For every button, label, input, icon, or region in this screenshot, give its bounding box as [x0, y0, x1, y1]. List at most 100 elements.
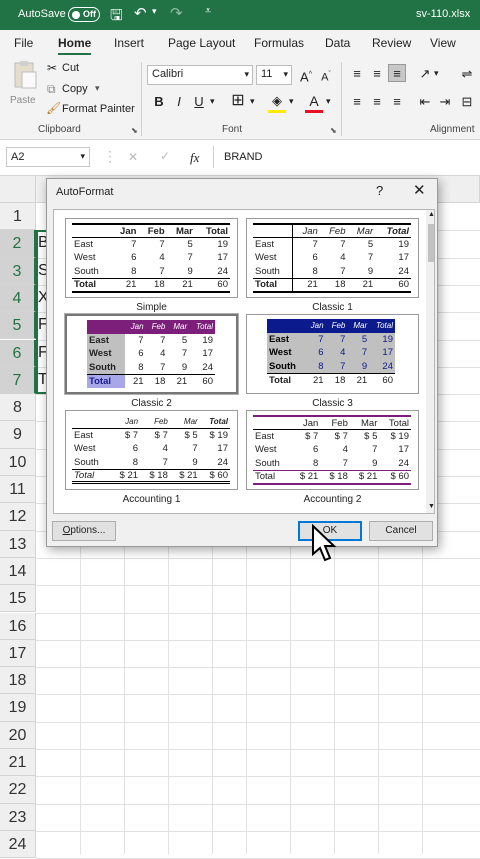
decrease-font-icon[interactable]: Aˇ	[317, 66, 335, 84]
format-option[interactable]: Jan Feb Mar Total East 7 7 5 19 West 6 4 7 17 South 8 7 9…	[65, 218, 238, 298]
format-gallery[interactable]: Jan Feb Mar Total East 7 7 5 19 West 6 4 7 17 South 8 7 9…	[53, 209, 435, 514]
format-option[interactable]: Jan Feb Mar Total East 7 7 5 19 West 6 4 7 17 South 8 7 9…	[64, 313, 239, 395]
tab-formulas[interactable]: Formulas	[254, 36, 304, 50]
font-size-combo[interactable]: 11 ▾	[256, 65, 292, 85]
format-option[interactable]: Jan Feb Mar Total East 7 7 5 19 West 6 4 7 17 South 8 7 9…	[246, 314, 419, 394]
row-header[interactable]: 4	[0, 284, 36, 313]
format-painter-button[interactable]: Format Painter	[62, 103, 135, 115]
increase-indent-icon[interactable]: ⇥	[436, 93, 454, 111]
align-left-icon[interactable]: ≡	[348, 93, 366, 111]
options-button[interactable]: Options...	[52, 521, 116, 541]
row-header[interactable]: 5	[0, 312, 36, 340]
wrap-text-icon[interactable]: ⇌	[458, 65, 476, 83]
align-center-icon[interactable]: ≡	[368, 93, 386, 111]
row-header[interactable]: 16	[0, 612, 36, 640]
row-header[interactable]: 3	[0, 257, 36, 285]
font-color-icon[interactable]: A	[305, 92, 323, 110]
font-color-dropdown-icon[interactable]: ▾	[326, 96, 331, 107]
format-option[interactable]: Jan Feb Mar Total East 7 7 5 19 West 6 4 7 17 South 8 7 9…	[246, 218, 419, 298]
row-header[interactable]: 19	[0, 694, 36, 722]
row-header[interactable]: 7	[0, 366, 36, 395]
row-header[interactable]: 23	[0, 803, 36, 831]
format-option[interactable]: Jan Feb Mar Total East $ 7 $ 7 $ 5 $ 19 West 6 4 7 17…	[65, 410, 238, 490]
formula-input[interactable]: BRAND	[224, 151, 263, 163]
row-header[interactable]: 1	[0, 203, 36, 231]
row-header[interactable]: 15	[0, 585, 36, 613]
preview-cell: 17	[369, 346, 395, 360]
scrollbar-thumb[interactable]	[428, 224, 434, 262]
italic-button[interactable]: I	[170, 93, 188, 111]
redo-icon[interactable]: ↷	[170, 4, 183, 22]
row-header[interactable]: 9	[0, 421, 36, 449]
row-header[interactable]: 18	[0, 667, 36, 695]
tab-page-layout[interactable]: Page Layout	[168, 36, 235, 50]
paste-button[interactable]: Paste	[10, 60, 40, 110]
tab-home[interactable]: Home	[58, 36, 92, 55]
copy-dropdown-icon[interactable]: ▾	[95, 83, 100, 94]
align-bottom-icon[interactable]: ≡	[388, 64, 406, 82]
cut-button[interactable]: Cut	[62, 62, 79, 74]
align-right-icon[interactable]: ≡	[388, 93, 406, 111]
row-header[interactable]: 10	[0, 448, 36, 476]
decrease-indent-icon[interactable]: ⇤	[416, 93, 434, 111]
align-middle-icon[interactable]: ≡	[368, 65, 386, 83]
close-icon[interactable]: ✕	[413, 181, 426, 199]
row-header[interactable]: 11	[0, 476, 36, 504]
row-header[interactable]: 17	[0, 639, 36, 668]
preview-cell: 8	[138, 361, 144, 373]
autosave-toggle[interactable]: Off	[68, 7, 100, 22]
row-header[interactable]: 20	[0, 721, 36, 749]
row-header[interactable]: 6	[0, 339, 36, 367]
preview-cell: 5	[181, 334, 188, 346]
orientation-dropdown-icon[interactable]: ▾	[434, 68, 439, 79]
bold-button[interactable]: B	[150, 93, 168, 111]
fill-color-icon[interactable]: ◈	[268, 92, 286, 110]
fill-dropdown-icon[interactable]: ▾	[289, 96, 294, 107]
row-header[interactable]: 8	[0, 394, 36, 422]
preview-cell: Total	[267, 372, 305, 387]
gallery-scrollbar[interactable]: ▲ ▼	[426, 210, 434, 513]
merge-center-icon[interactable]: ⊟	[458, 93, 476, 111]
preview-cell: 19	[369, 332, 395, 346]
row-header[interactable]: 22	[0, 776, 36, 804]
cancel-button[interactable]: Cancel	[369, 521, 433, 541]
cancel-entry-icon[interactable]: ✕	[128, 150, 138, 164]
help-button[interactable]: ?	[376, 183, 383, 198]
font-launcher-icon[interactable]: ⬊	[330, 126, 337, 135]
borders-icon[interactable]: ⊞	[229, 92, 247, 110]
name-box[interactable]: A2 ▾	[6, 147, 90, 167]
align-top-icon[interactable]: ≡	[348, 65, 366, 83]
preview-cell: 17	[398, 252, 409, 264]
select-all-corner[interactable]	[0, 176, 36, 203]
format-option[interactable]: Jan Feb Mar Total East $ 7 $ 7 $ 5 $ 19 West 6 4 7 17…	[246, 410, 419, 490]
tab-file[interactable]: File	[14, 36, 33, 50]
orientation-icon[interactable]: ↗	[416, 65, 434, 83]
customize-qat-icon[interactable]: ⩡	[205, 5, 211, 18]
underline-button[interactable]: U	[190, 93, 208, 111]
enter-icon[interactable]: ✓	[160, 149, 170, 163]
preview-cell: East	[74, 239, 94, 250]
insert-function-icon[interactable]: fx	[190, 150, 199, 166]
tab-review[interactable]: Review	[372, 36, 411, 50]
row-header[interactable]: 12	[0, 503, 36, 531]
row-header[interactable]: 24	[0, 830, 36, 859]
save-icon[interactable]: 🖫	[110, 5, 123, 30]
row-header[interactable]: 14	[0, 557, 36, 586]
clipboard-launcher-icon[interactable]: ⬊	[131, 126, 138, 135]
increase-font-icon[interactable]: A^	[297, 66, 315, 84]
row-header[interactable]: 21	[0, 749, 36, 777]
tab-insert[interactable]: Insert	[114, 36, 144, 50]
preview-cell: 17	[217, 443, 228, 455]
copy-button[interactable]: Copy	[62, 83, 88, 95]
tab-view[interactable]: View	[430, 36, 456, 50]
row-header[interactable]: 2	[0, 230, 36, 258]
file-name: sv-110.xlsx	[416, 8, 471, 20]
row-header[interactable]: 13	[0, 530, 36, 558]
borders-dropdown-icon[interactable]: ▾	[250, 96, 255, 107]
font-name-combo[interactable]: Calibri ▾	[147, 65, 253, 85]
undo-dropdown-icon[interactable]: ▾	[152, 6, 157, 17]
fill-color-swatch	[268, 110, 286, 113]
undo-icon[interactable]: ↶	[134, 4, 147, 22]
underline-dropdown-icon[interactable]: ▾	[210, 96, 215, 107]
tab-data[interactable]: Data	[325, 36, 350, 50]
